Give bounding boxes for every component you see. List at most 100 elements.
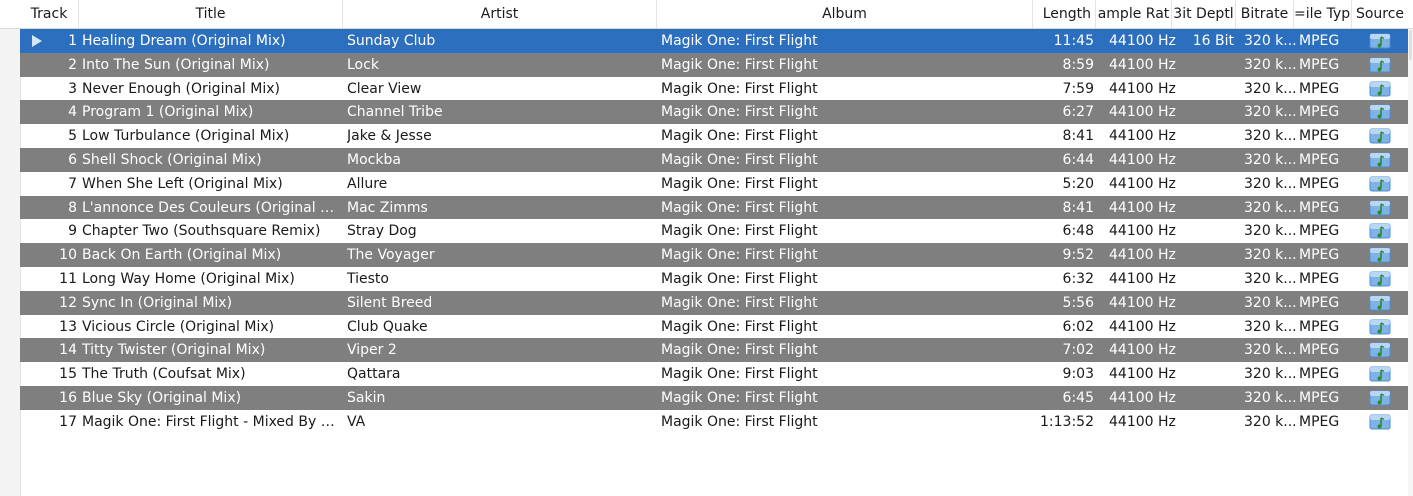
track-number: 13	[59, 318, 77, 335]
column-header-bitrate[interactable]: Bitrate	[1236, 0, 1294, 28]
track-album: Magik One: First Flight	[661, 199, 818, 216]
track-sample-rate: 44100 Hz	[1109, 342, 1176, 359]
column-header-file-type[interactable]: =ile Type	[1294, 0, 1352, 28]
track-number: 2	[68, 56, 77, 73]
track-title: Vicious Circle (Original Mix)	[82, 318, 275, 335]
track-artist: Clear View	[347, 80, 422, 97]
track-file-type: MPEG	[1299, 223, 1340, 240]
track-bitrate: 320 k...	[1244, 366, 1296, 383]
table-row[interactable]: 17 Magik One: First Flight - Mixed By Ti.…	[20, 410, 1408, 434]
track-album: Magik One: First Flight	[661, 128, 818, 145]
track-bit-depth	[1180, 148, 1234, 172]
track-album: Magik One: First Flight	[661, 318, 818, 335]
track-title: The Truth (Coufsat Mix)	[82, 366, 246, 383]
track-file-type: MPEG	[1299, 56, 1340, 73]
track-sample-rate: 44100 Hz	[1109, 56, 1176, 73]
track-file-type: MPEG	[1299, 104, 1340, 121]
track-bit-depth	[1180, 338, 1234, 362]
table-row[interactable]: 12 Sync In (Original Mix) Silent Breed Magi…	[20, 290, 1408, 315]
track-file-type: MPEG	[1299, 366, 1340, 383]
track-sample-rate: 44100 Hz	[1109, 128, 1176, 145]
track-number: 10	[59, 247, 77, 264]
table-row[interactable]: 14 Titty Twister (Original Mix) Viper 2 Mag…	[20, 338, 1408, 363]
track-length: 6:45	[1062, 389, 1094, 406]
track-file-type: MPEG	[1299, 151, 1340, 168]
vertical-scrollbar[interactable]	[1408, 29, 1413, 496]
track-album: Magik One: First Flight	[661, 366, 818, 383]
music-file-icon	[1369, 222, 1393, 240]
music-file-icon	[1369, 103, 1393, 121]
track-bitrate: 320 k...	[1244, 413, 1296, 430]
track-artist: Lock	[347, 56, 379, 73]
track-title: Back On Earth (Original Mix)	[82, 247, 282, 264]
track-bitrate: 320 k...	[1244, 128, 1296, 145]
track-title: When She Left (Original Mix)	[82, 175, 283, 192]
track-bitrate: 320 k...	[1244, 175, 1296, 192]
track-title: Blue Sky (Original Mix)	[82, 389, 242, 406]
track-artist: Sunday Club	[347, 33, 436, 49]
track-bit-depth	[1180, 53, 1234, 77]
column-header-bit-depth[interactable]: 3it Deptl	[1172, 0, 1236, 28]
table-row[interactable]: 2 Into The Sun (Original Mix) Lock Magik On…	[20, 52, 1408, 77]
track-bit-depth	[1180, 386, 1234, 410]
track-file-type: MPEG	[1299, 247, 1340, 264]
table-row[interactable]: 1 Healing Dream (Original Mix) Sunday Club…	[20, 29, 1408, 53]
track-length: 1:13:52	[1040, 413, 1094, 430]
table-row[interactable]: 3 Never Enough (Original Mix) Clear View Ma…	[20, 77, 1408, 101]
track-bit-depth	[1180, 315, 1234, 339]
column-header-artist[interactable]: Artist	[343, 0, 657, 28]
track-artist: Sakin	[347, 389, 386, 406]
table-row[interactable]: 6 Shell Shock (Original Mix) Mockba Magik O…	[20, 147, 1408, 172]
track-number: 17	[59, 413, 77, 430]
track-title: Long Way Home (Original Mix)	[82, 270, 295, 287]
column-header-track[interactable]: Track	[20, 0, 79, 28]
track-bit-depth	[1180, 124, 1234, 148]
track-length: 8:41	[1062, 128, 1094, 145]
track-bit-depth	[1180, 219, 1234, 243]
track-length: 6:27	[1062, 104, 1094, 121]
table-row[interactable]: 13 Vicious Circle (Original Mix) Club Quak…	[20, 315, 1408, 339]
music-file-icon	[1369, 175, 1393, 193]
column-header-source[interactable]: Source	[1352, 0, 1408, 28]
music-file-icon	[1369, 318, 1393, 336]
table-row[interactable]: 5 Low Turbulance (Original Mix) Jake & Jes…	[20, 124, 1408, 148]
track-bit-depth	[1180, 172, 1234, 196]
track-sample-rate: 44100 Hz	[1109, 199, 1176, 216]
column-header-length[interactable]: Length	[1033, 0, 1096, 28]
column-header-title-label: Title	[195, 6, 226, 22]
music-file-icon	[1369, 127, 1393, 145]
track-length: 5:56	[1062, 294, 1094, 311]
table-row[interactable]: 16 Blue Sky (Original Mix) Sakin Magik One:…	[20, 385, 1408, 410]
table-row[interactable]: 9 Chapter Two (Southsquare Remix) Stray Do…	[20, 219, 1408, 243]
track-bitrate: 320 k...	[1244, 33, 1296, 49]
track-length: 9:03	[1062, 366, 1094, 383]
column-header-sample-rate[interactable]: ample Rat	[1096, 0, 1172, 28]
track-title: Titty Twister (Original Mix)	[82, 342, 266, 359]
track-album: Magik One: First Flight	[661, 247, 818, 264]
track-file-type: MPEG	[1299, 270, 1340, 287]
track-album: Magik One: First Flight	[661, 80, 818, 97]
track-number: 7	[68, 175, 77, 192]
track-bit-depth	[1180, 410, 1234, 434]
table-row[interactable]: 7 When She Left (Original Mix) Allure Magik…	[20, 172, 1408, 196]
column-header-album[interactable]: Album	[657, 0, 1033, 28]
track-bitrate: 320 k...	[1244, 270, 1296, 287]
table-row[interactable]: 11 Long Way Home (Original Mix) Tiesto Magi…	[20, 267, 1408, 291]
track-artist: Mockba	[347, 151, 401, 168]
track-title: Low Turbulance (Original Mix)	[82, 128, 290, 145]
track-file-type: MPEG	[1299, 413, 1340, 430]
table-row[interactable]: 15 The Truth (Coufsat Mix) Qattara Magik On…	[20, 362, 1408, 386]
track-bit-depth	[1180, 362, 1234, 386]
track-bitrate: 320 k...	[1244, 80, 1296, 97]
table-row[interactable]: 8 L'annonce Des Couleurs (Original Mix) Ma…	[20, 195, 1408, 220]
track-sample-rate: 44100 Hz	[1109, 318, 1176, 335]
track-length: 7:59	[1062, 80, 1094, 97]
track-length: 7:02	[1062, 342, 1094, 359]
track-sample-rate: 44100 Hz	[1109, 366, 1176, 383]
table-row[interactable]: 10 Back On Earth (Original Mix) The Voyage…	[20, 243, 1408, 267]
track-bitrate: 320 k...	[1244, 199, 1296, 216]
scrollbar-thumb[interactable]	[1409, 30, 1412, 60]
track-bitrate: 320 k...	[1244, 342, 1296, 359]
table-row[interactable]: 4 Program 1 (Original Mix) Channel Tribe Ma…	[20, 100, 1408, 125]
column-header-title[interactable]: Title	[79, 0, 343, 28]
